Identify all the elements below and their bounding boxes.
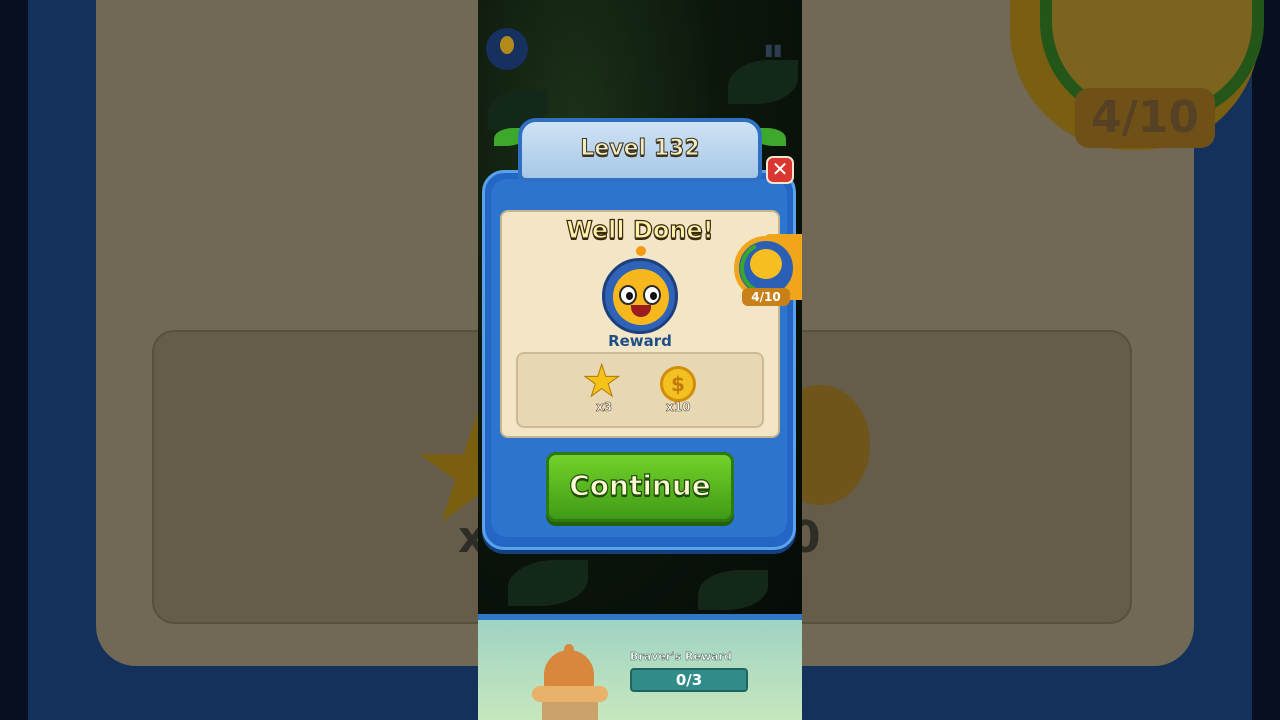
star-icon: ★ <box>581 356 622 407</box>
leaf-decoration <box>508 560 588 606</box>
bee-face-icon <box>613 269 669 325</box>
mouth-icon <box>631 305 651 317</box>
star-quantity: x3 <box>596 400 613 415</box>
title-plate: Level 132 <box>518 118 762 182</box>
reward-label: Reward <box>608 332 672 350</box>
braver-reward-label: Braver's Reward <box>630 650 732 663</box>
leaf-decoration <box>728 60 798 104</box>
game-screen: ▮▮ Level 132 ✕ Well Done! Reward ★ x3 $ … <box>478 0 802 720</box>
eye-icon <box>619 285 637 305</box>
bell-stand-icon <box>542 702 598 720</box>
leaf-decoration <box>698 570 768 610</box>
lightbulb-icon <box>500 36 514 54</box>
bee-progress-badge[interactable]: 4/10 <box>732 234 802 306</box>
bee-progress-count: 4/10 <box>742 288 790 306</box>
bell-icon <box>544 650 594 690</box>
bottom-panel: Braver's Reward 0/3 <box>478 614 802 720</box>
bell-base-icon <box>532 686 608 702</box>
level-title: Level 132 <box>580 136 700 162</box>
antenna-icon <box>636 246 646 256</box>
close-icon: ✕ <box>771 157 789 181</box>
bee-icon <box>750 249 782 279</box>
braver-reward-progress: 0/3 <box>630 668 748 692</box>
continue-button[interactable]: Continue <box>546 452 734 522</box>
bee-avatar <box>602 258 678 334</box>
close-button[interactable]: ✕ <box>766 156 794 184</box>
coin-quantity: x10 <box>666 400 691 415</box>
coin-icon: $ <box>660 366 696 402</box>
hint-button[interactable] <box>486 28 528 70</box>
eye-icon <box>643 285 661 305</box>
pause-icon[interactable]: ▮▮ <box>764 40 782 59</box>
reward-box: ★ x3 $ x10 <box>516 352 764 428</box>
